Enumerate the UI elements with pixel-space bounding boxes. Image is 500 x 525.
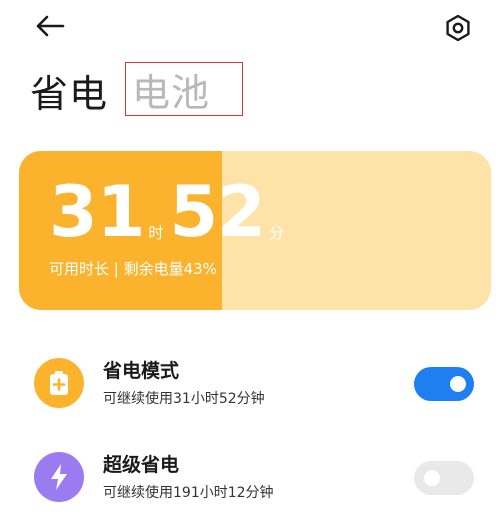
- settings-hexagon-icon: [446, 14, 470, 42]
- toggle-knob: [424, 470, 440, 486]
- battery-status-card: 31 时 52 分 可用时长 | 剩余电量43%: [19, 151, 491, 310]
- minutes-unit: 分: [268, 224, 284, 242]
- ultra-power-saving-row[interactable]: 超级省电 可继续使用191小时12分钟: [0, 446, 500, 516]
- battery-subtitle: 可用时长 | 剩余电量43%: [49, 260, 217, 278]
- power-saving-mode-subtitle: 可继续使用31小时52分钟: [103, 391, 265, 407]
- power-saving-mode-row[interactable]: 省电模式 可继续使用31小时52分钟: [0, 352, 500, 422]
- power-saving-mode-icon-badge: [34, 358, 84, 408]
- lightning-bolt-icon: [51, 464, 67, 490]
- top-bar: [0, 0, 500, 56]
- tab-battery[interactable]: 电池: [125, 62, 243, 116]
- arrow-left-icon: [36, 15, 65, 37]
- hours-unit: 时: [148, 224, 164, 242]
- ultra-power-saving-toggle[interactable]: [414, 461, 474, 495]
- toggle-knob: [450, 376, 466, 392]
- tab-battery-label: 电池: [132, 70, 211, 115]
- back-button[interactable]: [28, 8, 72, 44]
- power-saving-mode-toggle[interactable]: [414, 367, 474, 401]
- power-saving-mode-title: 省电模式: [103, 360, 180, 382]
- ultra-power-saving-title: 超级省电: [103, 454, 180, 476]
- remaining-time: 31 时 52 分: [49, 177, 290, 247]
- battery-saver-screen: 省电 电池 31 时 52 分 可用时长 | 剩余电量43% 省电模式 可继续使…: [0, 0, 500, 525]
- ultra-power-saving-icon-badge: [34, 452, 84, 502]
- ultra-power-saving-subtitle: 可继续使用191小时12分钟: [103, 485, 274, 501]
- tab-power-saving-label: 省电: [30, 71, 109, 116]
- battery-plus-icon: [50, 371, 68, 395]
- settings-button[interactable]: [440, 10, 476, 46]
- tab-power-saving[interactable]: 省电: [30, 62, 108, 118]
- remaining-hours: 31: [49, 171, 145, 253]
- remaining-minutes: 52: [169, 171, 265, 253]
